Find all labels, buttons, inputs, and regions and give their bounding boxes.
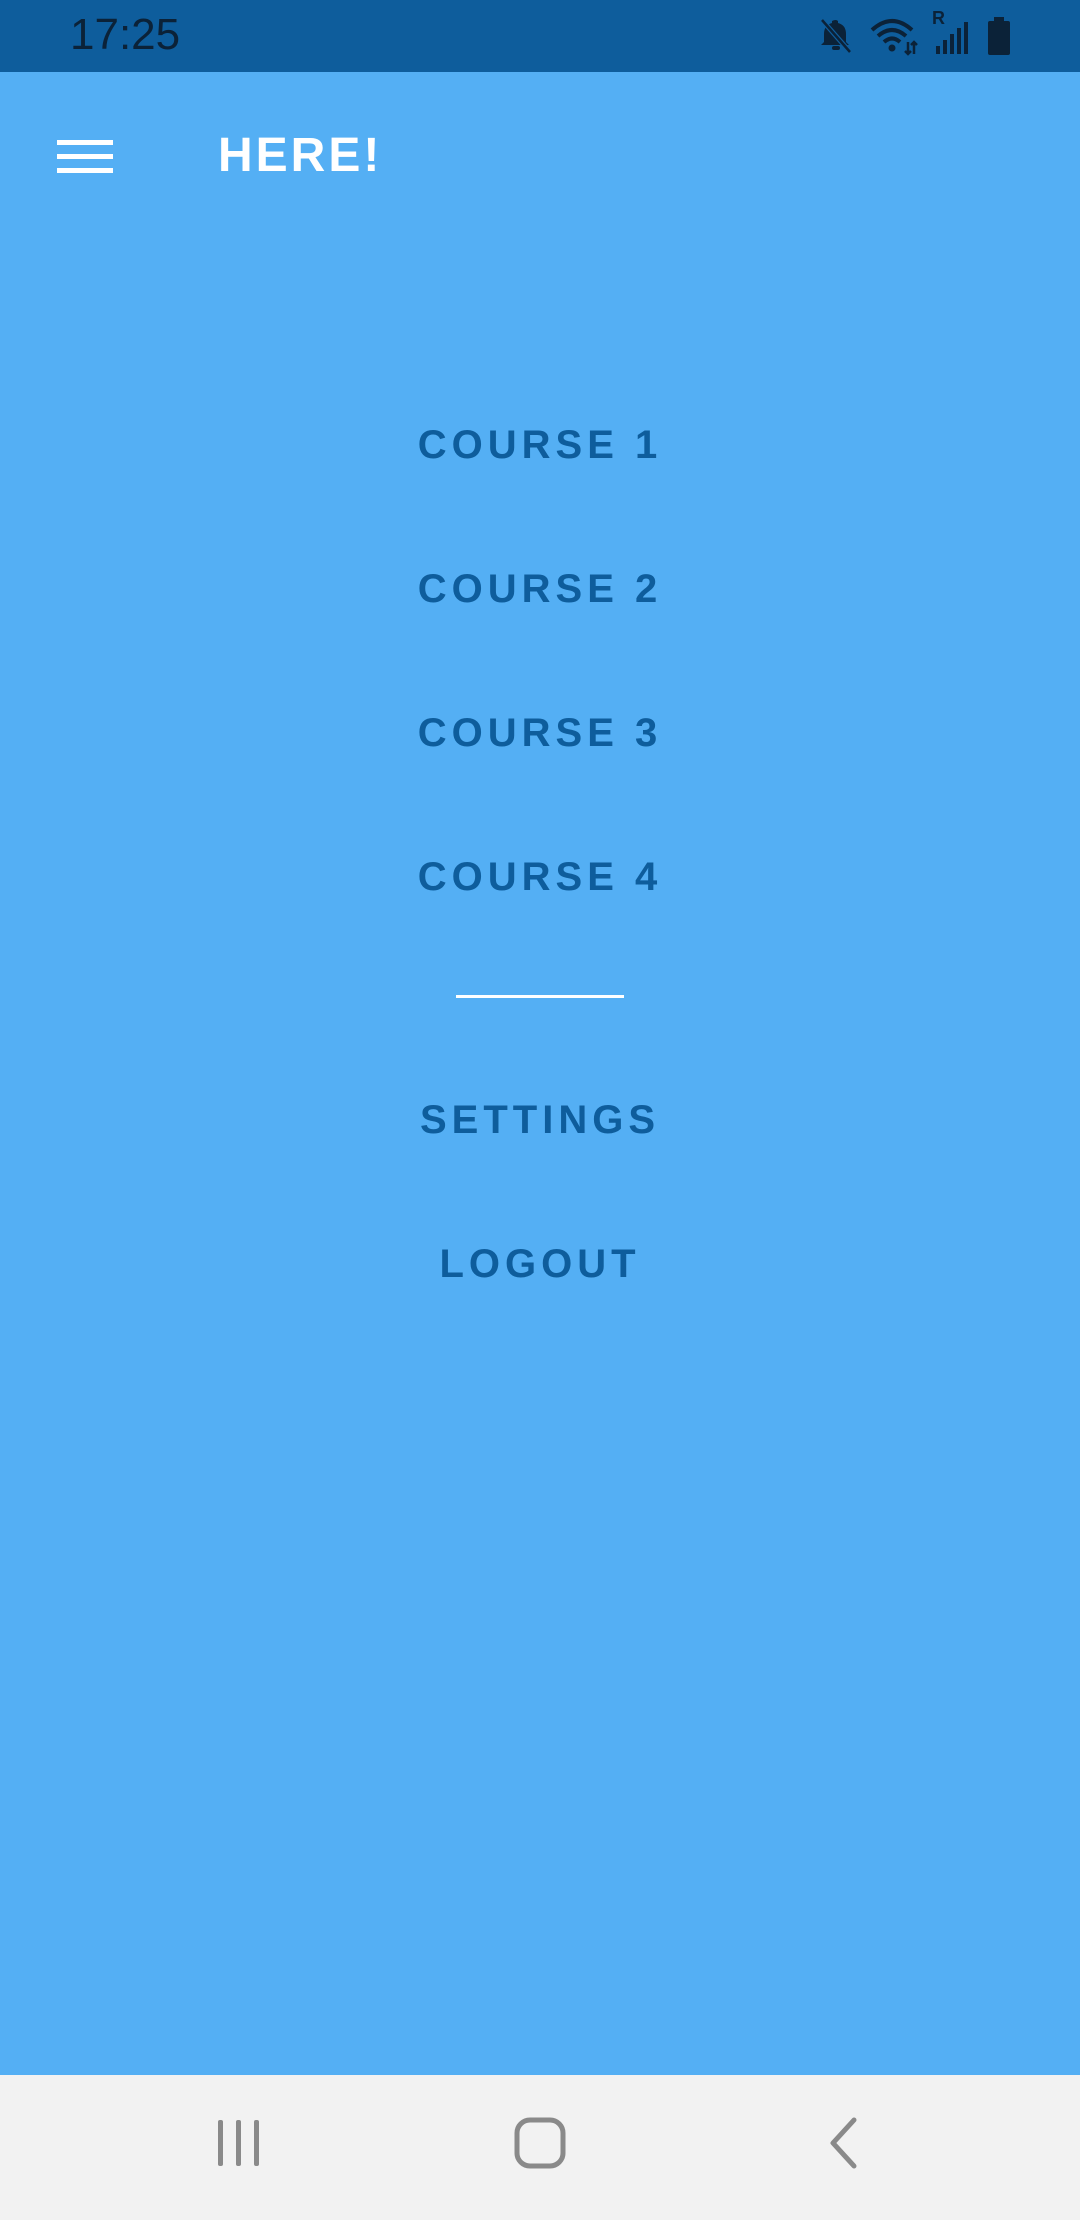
menu-item-course-3[interactable]: COURSE 3 bbox=[0, 678, 1080, 788]
status-icons: R bbox=[816, 8, 1012, 58]
drawer-screen: 17:25 R HERE! COURSE 1 COURSE 2 COURSE 3… bbox=[0, 0, 1080, 2220]
wifi-icon bbox=[870, 16, 918, 56]
back-button[interactable] bbox=[784, 2095, 904, 2195]
hamburger-menu-button[interactable] bbox=[40, 116, 130, 202]
roaming-label: R bbox=[932, 8, 945, 28]
status-time: 17:25 bbox=[70, 10, 181, 59]
menu-divider bbox=[456, 995, 624, 998]
menu-item-settings[interactable]: SETTINGS bbox=[0, 1065, 1080, 1175]
mute-icon bbox=[816, 16, 856, 56]
menu-item-course-4[interactable]: COURSE 4 bbox=[0, 822, 1080, 932]
system-nav-bar bbox=[0, 2075, 1080, 2220]
app-bar: HERE! bbox=[0, 72, 1080, 242]
home-icon bbox=[512, 2115, 568, 2176]
back-icon bbox=[824, 2115, 864, 2176]
hamburger-menu-icon bbox=[57, 137, 113, 182]
home-button[interactable] bbox=[480, 2095, 600, 2195]
status-bar: 17:25 R bbox=[0, 0, 1080, 72]
menu-item-course-2[interactable]: COURSE 2 bbox=[0, 534, 1080, 644]
recent-apps-button[interactable] bbox=[179, 2095, 299, 2195]
signal-icon: R bbox=[932, 8, 972, 56]
recent-apps-icon bbox=[214, 2116, 264, 2175]
menu-item-logout[interactable]: LOGOUT bbox=[0, 1209, 1080, 1319]
menu-item-course-1[interactable]: COURSE 1 bbox=[0, 390, 1080, 500]
battery-icon bbox=[986, 16, 1012, 56]
app-title: HERE! bbox=[218, 129, 383, 182]
